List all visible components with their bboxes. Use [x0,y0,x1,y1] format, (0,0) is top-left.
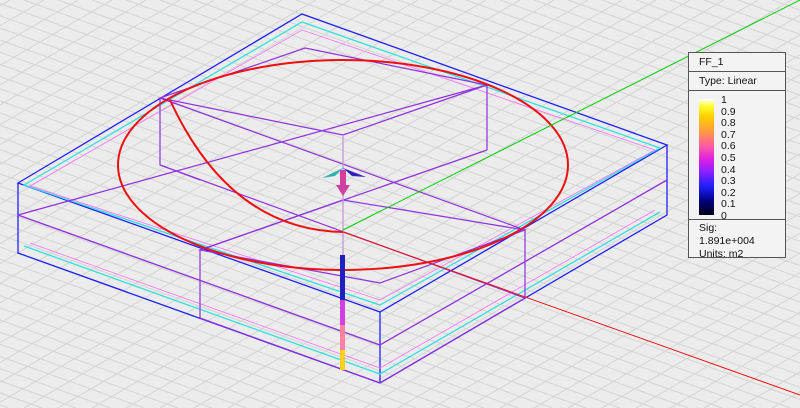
field-arrow-stem [340,255,345,370]
legend-title: FF_1 [689,53,785,72]
colorbar [699,99,714,215]
legend-sig: Sig: 1.891e+004 [699,222,755,247]
colorbar-tick-label: 0.3 [721,175,736,188]
3d-viewport[interactable] [0,0,800,408]
legend-type: Type: Linear [689,72,785,91]
background-grid [0,0,800,408]
legend-units: Units: m2 [699,248,744,260]
colorbar-ticks: 1 0.9 0.8 0.7 0.6 0.5 0.4 0.3 0.2 0.1 0 [721,94,736,223]
color-legend[interactable]: FF_1 Type: Linear 1 0.9 0.8 0.7 0.6 0.5 0.4 0.3… [688,52,786,260]
colorbar-tick-label: 1 [721,94,727,106]
colorbar-tick-label: 0 [721,209,727,222]
colorbar-tick-label: 0.5 [721,151,736,164]
